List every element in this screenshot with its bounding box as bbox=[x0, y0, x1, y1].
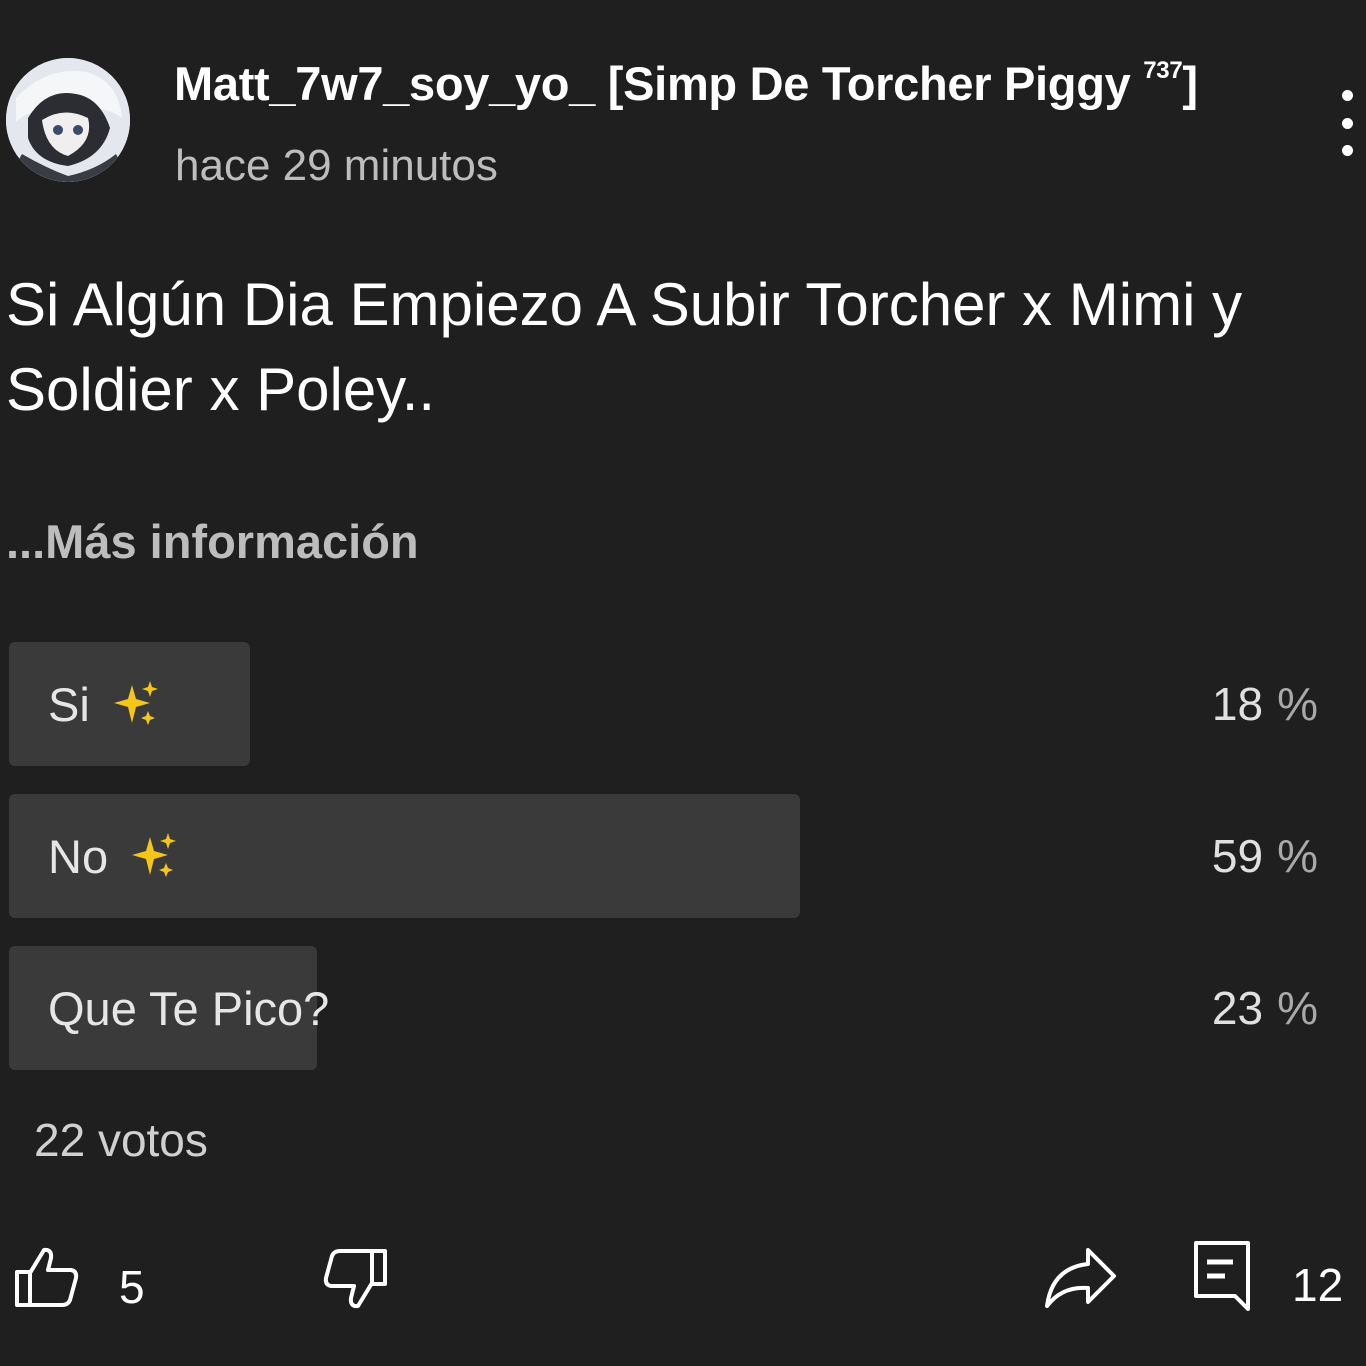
post-text: Si Algún Dia Empiezo A Subir Torcher x M… bbox=[6, 271, 1243, 423]
comment-icon bbox=[1194, 1241, 1250, 1311]
avatar[interactable] bbox=[6, 58, 130, 182]
author-name[interactable]: Matt_7w7_soy_yo_ [Simp De Torcher Piggy … bbox=[174, 56, 1198, 111]
post-timestamp: hace 29 minutos bbox=[175, 141, 498, 190]
author-badge-number: 737 bbox=[1143, 57, 1183, 84]
like-button[interactable] bbox=[14, 1246, 80, 1313]
vote-count: 22 votos bbox=[34, 1114, 208, 1166]
share-icon bbox=[1045, 1248, 1116, 1308]
comment-count: 12 bbox=[1292, 1259, 1344, 1311]
thumbs-up-icon bbox=[15, 1247, 79, 1307]
sparkles-icon bbox=[132, 833, 177, 877]
poll-option-si[interactable]: Si 18% bbox=[9, 642, 1349, 766]
poll-option-label: No bbox=[48, 829, 109, 883]
poll-percent: 23% bbox=[1211, 982, 1318, 1034]
more-info-link[interactable]: ...Más información bbox=[6, 514, 419, 569]
dislike-button[interactable] bbox=[322, 1248, 388, 1315]
like-count: 5 bbox=[119, 1261, 145, 1313]
sparkles-icon bbox=[113, 681, 158, 725]
community-post: Matt_7w7_soy_yo_ [Simp De Torcher Piggy … bbox=[0, 0, 1366, 1366]
poll-percent: 18% bbox=[1211, 678, 1318, 730]
poll-percent: 59% bbox=[1211, 830, 1318, 882]
poll-option-que-te-pico[interactable]: Que Te Pico? 23% bbox=[9, 946, 1349, 1070]
avatar-image bbox=[6, 58, 130, 182]
share-button[interactable] bbox=[1044, 1246, 1118, 1313]
more-options-icon[interactable] bbox=[1330, 90, 1364, 156]
thumbs-down-icon bbox=[323, 1249, 387, 1309]
poll-option-label: Si bbox=[48, 677, 90, 731]
comment-button[interactable] bbox=[1193, 1240, 1251, 1317]
poll-option-label: Que Te Pico? bbox=[48, 981, 330, 1035]
poll-option-no[interactable]: No 59% bbox=[9, 794, 1349, 918]
